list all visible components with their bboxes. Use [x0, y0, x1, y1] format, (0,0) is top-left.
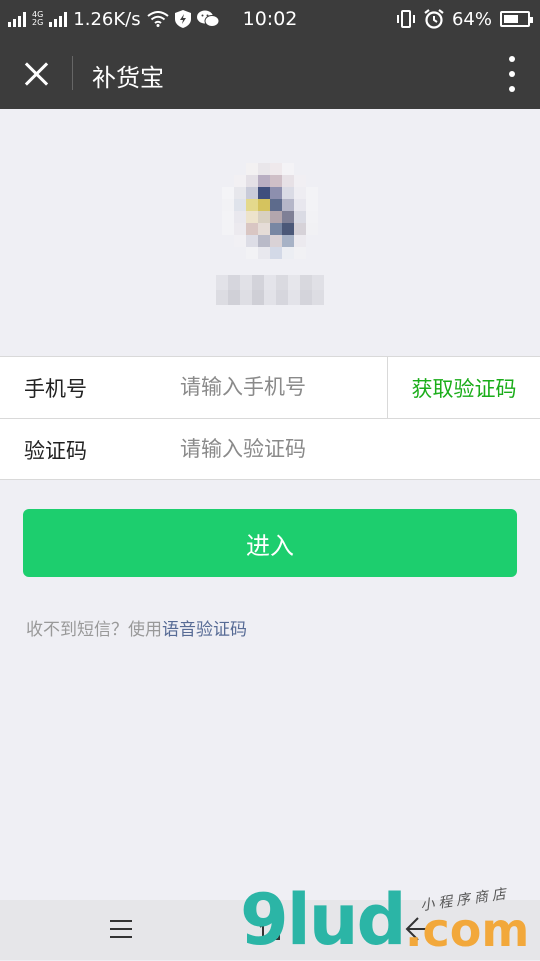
vibrate-icon	[396, 10, 415, 28]
avatar	[222, 163, 318, 259]
phone-input[interactable]	[180, 369, 380, 405]
enter-button[interactable]: 进入	[23, 509, 517, 577]
get-code-button[interactable]: 获取验证码	[387, 357, 540, 418]
status-right: 64%	[396, 0, 533, 38]
phone-label: 手机号	[24, 377, 87, 401]
page-title: 补货宝	[92, 64, 164, 92]
battery-percent: 64%	[451, 8, 492, 30]
alarm-icon	[424, 9, 444, 29]
menu-icon[interactable]	[110, 920, 132, 938]
phone-row: 手机号 获取验证码	[0, 357, 540, 418]
nav-bar: 补货宝	[0, 38, 540, 109]
battery-icon	[500, 11, 533, 27]
dot-icon	[509, 86, 515, 92]
code-label: 验证码	[24, 439, 87, 463]
more-options-button[interactable]	[506, 56, 518, 92]
dot-icon	[509, 71, 515, 77]
blurred-username	[216, 275, 324, 305]
close-button[interactable]	[16, 54, 56, 94]
code-row: 验证码	[0, 418, 540, 479]
code-input[interactable]	[180, 431, 380, 467]
watermark-logo: 9lud .com 小程序商店	[240, 885, 540, 960]
voice-code-link[interactable]: 语音验证码	[162, 620, 247, 640]
sms-tip-text: 收不到短信？使用	[26, 620, 162, 640]
dot-icon	[509, 56, 515, 62]
nav-divider	[72, 56, 73, 90]
status-bar: 4G 2G 1.26K/s 10:02 64%	[0, 0, 540, 38]
sms-tip: 收不到短信？使用语音验证码	[26, 615, 247, 640]
login-form: 手机号 获取验证码 验证码	[0, 356, 540, 480]
battery-fill	[504, 15, 519, 23]
watermark-main: 9lud	[240, 879, 407, 961]
